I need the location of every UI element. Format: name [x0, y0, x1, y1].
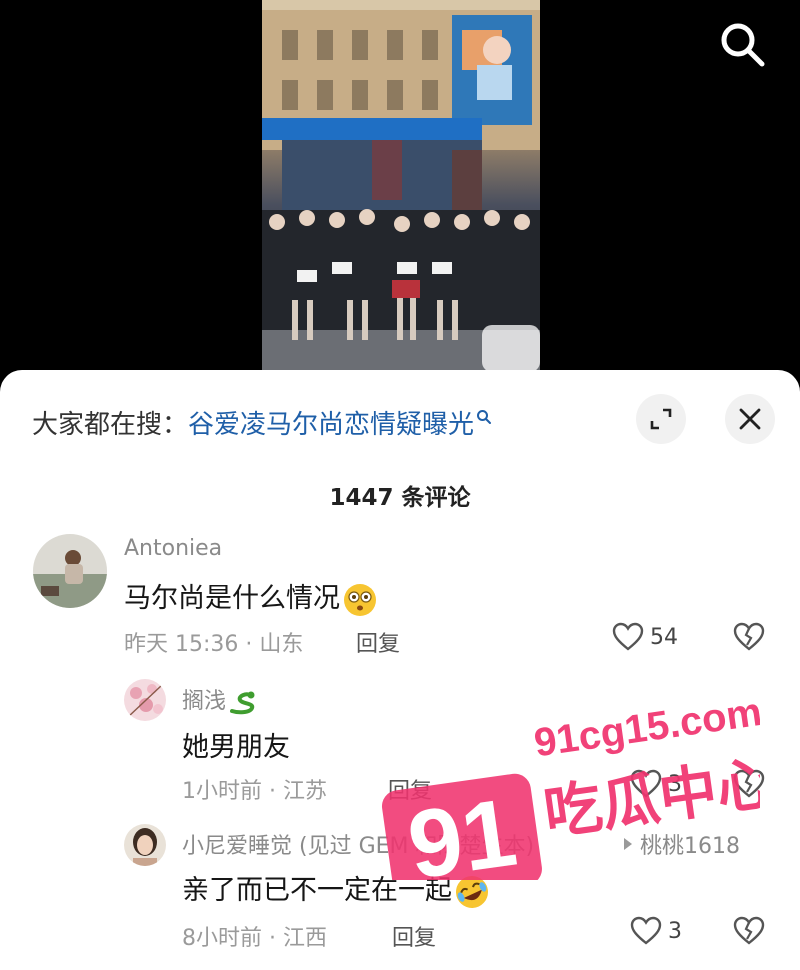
- avatar[interactable]: [33, 534, 107, 608]
- dislike-button[interactable]: [732, 769, 766, 803]
- reply-text-content: 亲了而已不一定在一起: [182, 875, 452, 906]
- heart-icon: [630, 769, 662, 798]
- heart-icon: [630, 916, 662, 945]
- avatar[interactable]: [124, 679, 166, 721]
- reply-arrow-icon: [624, 838, 632, 850]
- search-icon: [721, 23, 765, 67]
- reply-to-username[interactable]: 桃桃1618: [640, 828, 740, 860]
- flushed-face-icon: [344, 583, 376, 616]
- avatar-image: [124, 679, 166, 721]
- reply-username-text: 搁浅: [182, 689, 227, 714]
- like-button[interactable]: 3: [630, 916, 682, 946]
- comment-text-content: 马尔尚是什么情况: [124, 583, 340, 614]
- dislike-button[interactable]: [732, 622, 766, 656]
- broken-heart-icon: [733, 916, 765, 945]
- reply-button[interactable]: 回复: [392, 920, 436, 952]
- like-button[interactable]: 3: [630, 769, 682, 799]
- heart-icon: [612, 622, 644, 651]
- broken-heart-icon: [733, 622, 765, 651]
- reply-button[interactable]: 回复: [388, 773, 432, 805]
- reply-button[interactable]: 回复: [356, 626, 400, 658]
- reply-meta: 1小时前 · 江苏: [182, 779, 327, 804]
- comment-meta: 昨天 15:36 · 山东: [124, 632, 304, 657]
- reply-username[interactable]: 小尼爱睡觉 (见过 GEM 和陈楚生本): [182, 828, 534, 860]
- like-count: 54: [650, 624, 678, 650]
- small-search-icon: [477, 410, 492, 424]
- reply-item: 搁浅 她男朋友 1小时前 · 江苏 回复 3: [0, 675, 800, 805]
- avatar-image: [124, 824, 166, 866]
- comment-count: 1447 条评论: [329, 485, 471, 511]
- avatar[interactable]: [124, 824, 166, 866]
- dislike-button[interactable]: [732, 916, 766, 950]
- hot-search-query[interactable]: 谷爱凌马尔尚恋情疑曝光: [188, 404, 474, 441]
- like-button[interactable]: 54: [612, 622, 678, 652]
- video-player[interactable]: [0, 0, 800, 380]
- search-button[interactable]: [716, 18, 770, 72]
- comment-text: 马尔尚是什么情况: [124, 576, 378, 618]
- video-scene: [262, 0, 540, 372]
- video-frame[interactable]: [262, 0, 540, 372]
- reply-item: 小尼爱睡觉 (见过 GEM 和陈楚生本) 桃桃1618 亲了而已不一定在一起 8…: [0, 822, 800, 962]
- reply-text: 她男朋友: [182, 732, 290, 763]
- reply-text: 亲了而已不一定在一起: [182, 868, 490, 910]
- snake-icon: [230, 691, 255, 715]
- comment-sheet: 大家都在搜： 谷爱凌马尔尚恋情疑曝光 1447 条评论 Antoniea 马尔尚…: [0, 370, 800, 970]
- hot-search-prefix: 大家都在搜：: [32, 409, 189, 440]
- like-count: 3: [668, 918, 682, 944]
- like-count: 3: [668, 771, 682, 797]
- close-icon: [739, 408, 761, 430]
- avatar-image: [33, 534, 107, 608]
- comment-username[interactable]: Antoniea: [124, 536, 222, 561]
- reply-meta: 8小时前 · 江西: [182, 926, 327, 951]
- close-button[interactable]: [725, 394, 775, 444]
- expand-icon: [650, 408, 672, 430]
- comment-item: Antoniea 马尔尚是什么情况 昨天 15:36 · 山东 回复 54: [0, 530, 800, 670]
- reply-username[interactable]: 搁浅: [182, 683, 258, 715]
- broken-heart-icon: [733, 769, 765, 798]
- rolling-laughing-icon: [456, 875, 488, 908]
- hot-search-bar[interactable]: 大家都在搜： 谷爱凌马尔尚恋情疑曝光: [32, 402, 492, 442]
- expand-button[interactable]: [636, 394, 686, 444]
